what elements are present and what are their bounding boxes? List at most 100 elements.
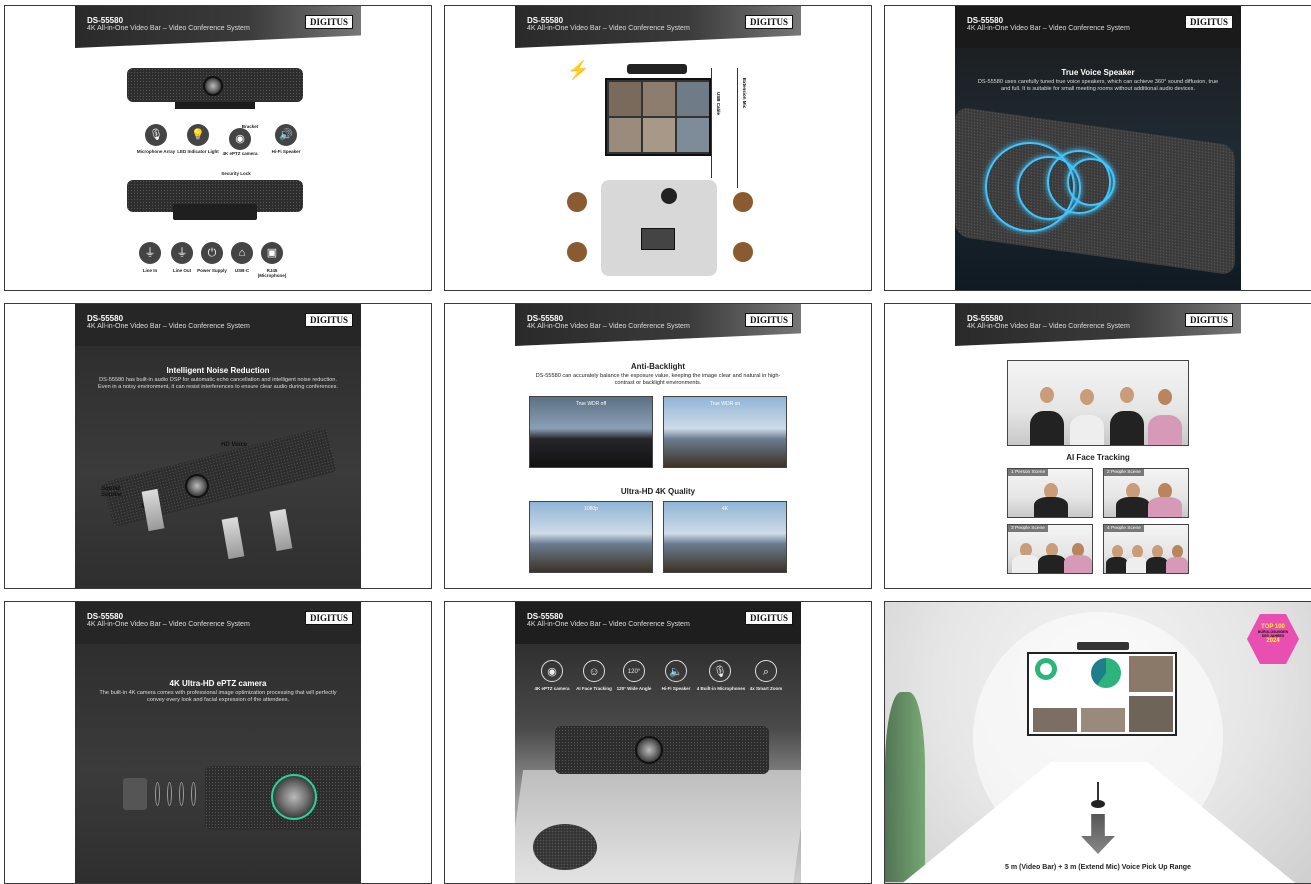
header-banner: DS-55580 4K All-in-One Video Bar – Video…	[75, 6, 361, 48]
panel-true-voice-speaker: DS-55580 4K All-in-One Video Bar – Video…	[884, 5, 1311, 291]
power-plug-icon: ⏻	[201, 242, 223, 264]
photo-caption: True WDR on	[709, 401, 741, 407]
bracket	[175, 102, 255, 109]
camera-lens	[203, 76, 223, 96]
lens-element	[155, 782, 160, 806]
model-number: DS-55580	[87, 612, 124, 621]
header-banner: DS-55580 4K All-in-One Video Bar – Video…	[515, 602, 801, 644]
brand-logo: DIGITUS	[1184, 313, 1233, 327]
speaker-icon: 🔈	[665, 660, 687, 682]
brand-logo: DIGITUS	[1184, 15, 1233, 29]
model-number: DS-55580	[967, 16, 1004, 25]
lens-element	[123, 778, 147, 810]
line-in-icon: ⏚	[139, 242, 161, 264]
header-banner: DS-55580 4K All-in-One Video Bar – Video…	[75, 304, 361, 346]
label-extension-mic: Extension Mic	[742, 78, 747, 109]
rj45-icon: ▣	[261, 242, 283, 264]
feature-label: 120° Wide Angle	[616, 686, 652, 691]
lens-element	[179, 782, 184, 806]
camera-lens	[635, 736, 663, 764]
product-subtitle: 4K All-in-One Video Bar – Video Conferen…	[967, 323, 1130, 330]
section-title: Intelligent Noise Reduction	[166, 366, 270, 375]
panel-eptz-camera: DS-55580 4K All-in-One Video Bar – Video…	[4, 601, 432, 884]
brand-logo: DIGITUS	[304, 15, 353, 29]
led-light-icon: 💡	[187, 124, 209, 146]
face-tracking-icon: ☺	[583, 660, 605, 682]
noise-arrow	[269, 508, 293, 552]
brand-logo: DIGITUS	[304, 313, 353, 327]
panel-ports-overview: DS-55580 4K All-in-One Video Bar – Video…	[4, 5, 432, 291]
label-mic-array: Microphone Array	[136, 149, 176, 154]
line-out-icon: ⏚	[171, 242, 193, 264]
section-text: DS-55580 has built-in audio DSP for auto…	[97, 377, 339, 390]
mic-cable	[1097, 782, 1099, 802]
label-rj45: RJ45 (Microphone)	[257, 268, 287, 278]
section-title: 4K Ultra-HD ePTZ camera	[169, 679, 267, 688]
attendee	[567, 192, 587, 212]
label-camera: 4K ePTZ camera	[222, 151, 258, 156]
photo-meeting-group	[1007, 360, 1189, 446]
scene-tag: 3 People Scene	[1008, 525, 1048, 532]
panel-content: DS-55580 4K All-in-One Video Bar – Video…	[955, 6, 1241, 290]
photo-caption: True WDR off	[575, 401, 607, 407]
attendee	[733, 242, 753, 262]
section-text: The built-in 4K camera comes with profes…	[99, 690, 337, 703]
panel-content: DS-55580 4K All-in-One Video Bar – Video…	[75, 602, 361, 883]
product-subtitle: 4K All-in-One Video Bar – Video Conferen…	[87, 323, 250, 330]
model-number: DS-55580	[87, 314, 124, 323]
cable-line	[711, 68, 712, 178]
label-bracket: Bracket	[241, 124, 259, 129]
brand-logo: DIGITUS	[744, 611, 793, 625]
feature-label: Hi-Fi Speaker	[661, 686, 691, 691]
header-banner: DS-55580 4K All-in-One Video Bar – Video…	[955, 6, 1241, 48]
video-bar-wall	[1077, 642, 1129, 650]
panel-anti-backlight: DS-55580 4K All-in-One Video Bar – Video…	[444, 303, 872, 589]
tv-screen	[1027, 652, 1177, 736]
scene-tag: 4 People Scene	[1104, 525, 1144, 532]
tv-screen	[605, 78, 711, 156]
header-banner: DS-55580 4K All-in-One Video Bar – Video…	[515, 304, 801, 346]
header-banner: DS-55580 4K All-in-One Video Bar – Video…	[955, 304, 1241, 346]
model-number: DS-55580	[967, 314, 1004, 323]
photo-scene-1: 1 Person Scene	[1007, 468, 1093, 518]
scene-tag: 1 Person Scene	[1008, 469, 1049, 476]
label-security-lock: Security Lock	[221, 171, 251, 176]
photo-caption: 1080p	[584, 506, 598, 512]
photo-wdr-on: True WDR on	[663, 396, 787, 468]
model-number: DS-55580	[527, 612, 564, 621]
camera-lens	[271, 774, 317, 820]
photo-1080p: 1080p	[529, 501, 653, 573]
laptop	[641, 228, 675, 250]
panel-content: DS-55580 4K All-in-One Video Bar – Video…	[515, 602, 801, 883]
range-caption: 5 m (Video Bar) + 3 m (Extend Mic) Voice…	[1005, 864, 1191, 871]
panel-noise-reduction: DS-55580 4K All-in-One Video Bar – Video…	[4, 303, 432, 589]
label-speaker: Hi-Fi Speaker	[271, 149, 301, 154]
feature-label: 4 Built-in Microphones	[696, 686, 746, 691]
speaker-icon: 🔊	[275, 124, 297, 146]
panel-content: DS-55580 4K All-in-One Video Bar – Video…	[515, 6, 801, 290]
feature-label: 4K ePTZ camera	[534, 686, 570, 691]
panel-content: DS-55580 4K All-in-One Video Bar – Video…	[515, 304, 801, 588]
cable-line	[737, 68, 738, 188]
label-sound-source: Sound Source	[101, 486, 122, 498]
power-bolt-icon: ⚡	[567, 60, 590, 80]
header-banner: DS-55580 4K All-in-One Video Bar – Video…	[515, 6, 801, 48]
section-text: DS-55580 uses carefully tuned true voice…	[977, 79, 1219, 92]
extension-mic-puck	[1091, 800, 1105, 808]
attendee	[567, 242, 587, 262]
photo-wdr-off: True WDR off	[529, 396, 653, 468]
noise-arrow	[221, 516, 245, 560]
panel-features: DS-55580 4K All-in-One Video Bar – Video…	[444, 601, 872, 884]
photo-scene-2: 2 People Scene	[1103, 468, 1189, 518]
panel-content: DS-55580 4K All-in-One Video Bar – Video…	[75, 304, 361, 588]
label-usb-cable: USB Cable	[716, 92, 721, 116]
panel-content: DS-55580 4K All-in-One Video Bar – Video…	[75, 6, 361, 290]
lens-element	[167, 782, 172, 806]
attendee	[733, 192, 753, 212]
brand-logo: DIGITUS	[744, 313, 793, 327]
microphone-icon: 🎙	[709, 660, 731, 682]
panel-room-setup: DS-55580 4K All-in-One Video Bar – Video…	[444, 5, 872, 291]
port-panel	[173, 204, 257, 220]
header-banner: DS-55580 4K All-in-One Video Bar – Video…	[75, 602, 361, 644]
sound-wave-ring	[1067, 158, 1115, 206]
